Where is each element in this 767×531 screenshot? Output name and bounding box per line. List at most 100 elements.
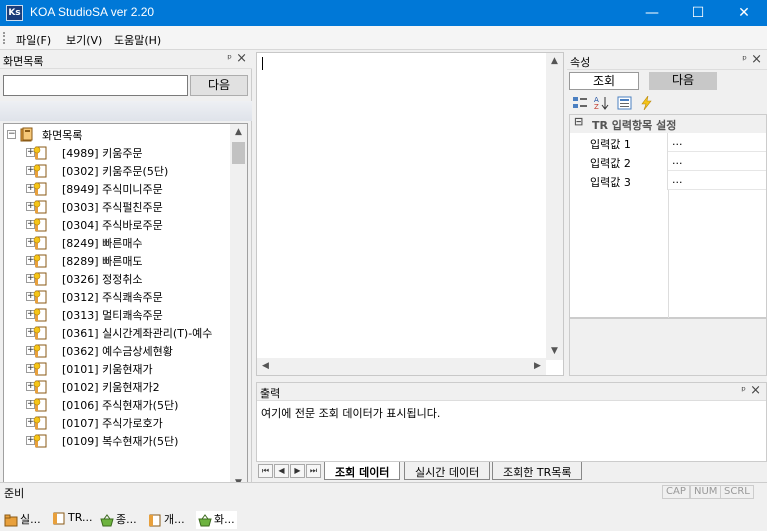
tab-stock-label: 종...: [116, 513, 137, 526]
first-tab-icon[interactable]: ⏮: [258, 464, 273, 478]
tree-item[interactable]: + [0101] 키움현재가: [4, 360, 234, 378]
screen-doc-icon: [33, 182, 47, 196]
tab-object[interactable]: 개...: [148, 511, 185, 529]
scroll-down-icon[interactable]: ▼: [546, 343, 563, 360]
property-description: [569, 318, 767, 376]
close-icon[interactable]: ×: [236, 51, 247, 66]
scroll-thumb[interactable]: [232, 142, 245, 164]
close-icon[interactable]: ×: [750, 383, 761, 398]
close-icon[interactable]: ×: [751, 52, 762, 67]
tree-item[interactable]: + [0102] 키움현재가2: [4, 378, 234, 396]
tree-item[interactable]: + [8249] 빠른매수: [4, 234, 234, 252]
tree-item[interactable]: + [0304] 주식바로주문: [4, 216, 234, 234]
screen-doc-icon: [33, 380, 47, 394]
text-caret: [262, 57, 263, 70]
tree-item[interactable]: + [0109] 복수현재가(5단): [4, 432, 234, 450]
properties-title: 속성: [570, 56, 591, 69]
sort-alphabetical-icon[interactable]: AZ: [594, 96, 610, 110]
scroll-right-icon[interactable]: ▶: [529, 358, 546, 375]
tab-query-data[interactable]: 조회 데이터: [324, 462, 401, 480]
properties-panel: 속성 ᵖ × 조회 다음 AZ ⊟ TR 입력항목 설정 입력값 1... 입력값…: [567, 52, 767, 378]
screen-search-input[interactable]: [3, 75, 188, 96]
tree-item-label: [0362] 예수금상세현황: [62, 345, 173, 358]
tab-screen-label: 화...: [214, 513, 235, 526]
scroll-left-icon[interactable]: ◀: [257, 358, 274, 375]
tab-tr[interactable]: TR...: [52, 511, 92, 529]
tab-realtime[interactable]: 실...: [4, 511, 41, 529]
svg-text:Z: Z: [594, 103, 599, 110]
tree-item-label: [0326] 정정취소: [62, 273, 143, 286]
search-next-button[interactable]: 다음: [190, 75, 248, 96]
tree-item[interactable]: + [8289] 빠른매도: [4, 252, 234, 270]
tab-next[interactable]: 다음: [649, 72, 717, 90]
prev-tab-icon[interactable]: ◀: [274, 464, 289, 478]
screen-list-header: 화면목록 ᵖ ×: [0, 51, 252, 69]
tree-item-label: [4989] 키움주문: [62, 147, 143, 160]
property-row[interactable]: 입력값 1...: [570, 133, 766, 152]
tree-item[interactable]: + [0313] 멀티쾌속주문: [4, 306, 234, 324]
screen-list-panel: 화면목록 ᵖ × 다음 − 화면목록 + [4989] 키움주문 + [0302] 키…: [0, 51, 252, 531]
menu-view[interactable]: 보기(V): [66, 32, 102, 48]
screen-doc-icon: [33, 200, 47, 214]
tab-stock[interactable]: 종...: [100, 511, 137, 529]
pin-icon[interactable]: ᵖ: [227, 52, 232, 65]
property-pages-icon[interactable]: [617, 96, 633, 110]
tree-item-label: [8289] 빠른매도: [62, 255, 143, 268]
pin-icon[interactable]: ᵖ: [741, 384, 746, 397]
screen-doc-icon: [33, 308, 47, 322]
collapse-icon[interactable]: ⊟: [574, 115, 583, 128]
property-value[interactable]: ...: [672, 154, 683, 167]
tree-item[interactable]: + [0302] 키움주문(5단): [4, 162, 234, 180]
menu-help[interactable]: 도움말(H): [114, 32, 161, 48]
property-row[interactable]: 입력값 2...: [570, 152, 766, 171]
menu-file[interactable]: 파일(F): [16, 32, 51, 48]
property-value[interactable]: ...: [672, 173, 683, 186]
tree-item[interactable]: + [0303] 주식펄친주문: [4, 198, 234, 216]
scroll-up-icon[interactable]: ▲: [230, 124, 247, 141]
next-tab-icon[interactable]: ▶: [290, 464, 305, 478]
maximize-button[interactable]: ☐: [675, 0, 721, 26]
events-lightning-icon[interactable]: [639, 96, 655, 110]
tree-item[interactable]: + [4989] 키움주문: [4, 144, 234, 162]
categorized-icon[interactable]: [572, 96, 588, 110]
close-button[interactable]: ✕: [721, 0, 767, 26]
property-value[interactable]: ...: [672, 135, 683, 148]
tab-screen[interactable]: 화...: [196, 511, 237, 529]
pin-icon[interactable]: ᵖ: [742, 53, 747, 66]
screen-doc-icon: [33, 326, 47, 340]
screen-doc-icon: [33, 272, 47, 286]
tree-item[interactable]: + [0361] 실시간계좌관리(T)-예수: [4, 324, 234, 342]
tree-item[interactable]: + [0312] 주식쾌속주문: [4, 288, 234, 306]
tree-item-label: [0304] 주식바로주문: [62, 219, 163, 232]
output-header: 출력 ᵖ ×: [257, 383, 766, 401]
title-bar: Ks KOA StudioSA ver 2.20 — ☐ ✕: [0, 0, 767, 26]
tab-realtime-data[interactable]: 실시간 데이터: [404, 462, 491, 480]
app-icon: Ks: [6, 5, 23, 21]
tab-tr-list[interactable]: 조회한 TR목록: [492, 462, 583, 480]
tree-item[interactable]: + [0362] 예수금상세현황: [4, 342, 234, 360]
scroll-indicator: SCRL: [720, 485, 754, 499]
tree-item-label: [0303] 주식펄친주문: [62, 201, 163, 214]
document-icon: [53, 512, 65, 524]
tab-query[interactable]: 조회: [569, 72, 639, 90]
editor-vscroll[interactable]: ▲ ▼: [546, 53, 563, 360]
tree-item[interactable]: + [8949] 주식미니주문: [4, 180, 234, 198]
last-tab-icon[interactable]: ⏭: [306, 464, 321, 478]
minimize-button[interactable]: —: [629, 0, 675, 26]
tree-root[interactable]: − 화면목록: [4, 126, 234, 144]
tr-editor-area[interactable]: ▲ ▼ ◀ ▶: [256, 52, 564, 376]
scroll-up-icon[interactable]: ▲: [546, 53, 563, 70]
collapse-icon[interactable]: −: [7, 130, 16, 139]
tree-item[interactable]: + [0106] 주식현재가(5단): [4, 396, 234, 414]
tree-item[interactable]: + [0107] 주식가로호가: [4, 414, 234, 432]
screen-doc-icon: [33, 254, 47, 268]
editor-hscroll[interactable]: ◀ ▶: [257, 358, 546, 375]
property-section[interactable]: ⊟ TR 입력항목 설정: [570, 115, 766, 133]
tree-root-label: 화면목록: [42, 129, 83, 142]
tree-item[interactable]: + [0326] 정정취소: [4, 270, 234, 288]
toolbar-grip[interactable]: [3, 32, 5, 44]
tree-scrollbar[interactable]: ▲ ▼: [230, 124, 247, 492]
screen-doc-icon: [33, 362, 47, 376]
property-row[interactable]: 입력값 3...: [570, 171, 766, 190]
output-text: 여기에 전문 조회 데이터가 표시됩니다.: [261, 407, 441, 420]
